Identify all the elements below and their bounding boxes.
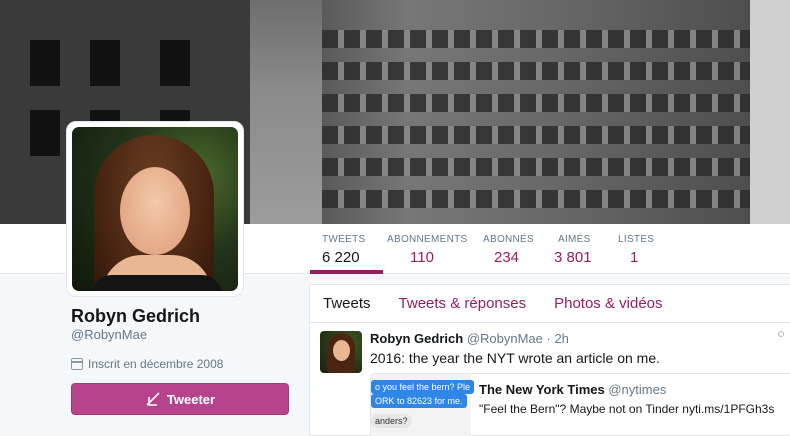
- stat-likes[interactable]: AIMÉS 3 801: [554, 234, 592, 266]
- stat-followers[interactable]: ABONNÉS 234: [483, 234, 534, 266]
- message-bubble: anders?: [371, 414, 412, 428]
- tweet-header: Robyn Gedrich @RobynMae · 2h: [370, 331, 569, 346]
- tweet-button[interactable]: Tweeter: [71, 383, 289, 415]
- quoted-handle[interactable]: @nytimes: [608, 382, 666, 397]
- tab-tweets[interactable]: Tweets: [310, 295, 384, 312]
- stat-value: 3 801: [554, 249, 592, 266]
- profile-name[interactable]: Robyn Gedrich: [71, 306, 200, 327]
- profile-avatar[interactable]: [66, 121, 244, 297]
- tweet-time[interactable]: · 2h: [547, 331, 569, 346]
- stat-lists[interactable]: LISTES 1: [618, 234, 654, 266]
- quoted-text: "Feel the Bern"? Maybe not on Tinder nyt…: [479, 402, 775, 416]
- stat-label: ABONNÉS: [483, 234, 535, 245]
- stat-label: LISTES: [618, 234, 655, 245]
- calendar-icon: [71, 358, 83, 370]
- tab-photos-videos[interactable]: Photos & vidéos: [541, 295, 675, 312]
- tweet-handle[interactable]: @RobynMae: [467, 331, 543, 346]
- stat-value: 6 220: [322, 249, 360, 266]
- quill-icon: [146, 392, 160, 406]
- profile-handle[interactable]: @RobynMae: [71, 327, 147, 342]
- building-center: [322, 0, 750, 224]
- stat-value: 1: [630, 249, 639, 266]
- timeline-tabs: Tweets Tweets & réponses Photos & vidéos: [310, 285, 790, 323]
- stat-tweets[interactable]: TWEETS 6 220: [309, 234, 385, 274]
- tweet-item[interactable]: Robyn Gedrich @RobynMae · 2h 2016: the y…: [310, 323, 790, 436]
- timeline: Tweets Tweets & réponses Photos & vidéos…: [309, 284, 790, 436]
- stat-label: ABONNEMENTS: [387, 234, 468, 245]
- join-date: Inscrit en décembre 2008: [71, 357, 223, 371]
- quoted-tweet-image: o you feel the bern? Ple ORK to 82623 fo…: [371, 374, 475, 436]
- tweet-button-label: Tweeter: [166, 391, 216, 407]
- message-bubble: ORK to 82623 for me.: [371, 394, 467, 408]
- stat-value: 110: [410, 249, 434, 266]
- join-date-text: Inscrit en décembre 2008: [88, 357, 224, 371]
- tab-tweets-replies[interactable]: Tweets & réponses: [386, 295, 540, 312]
- quoted-author[interactable]: The New York Times: [479, 382, 605, 397]
- tweet-menu-icon[interactable]: [778, 331, 784, 337]
- sky: [750, 0, 790, 224]
- quoted-tweet[interactable]: o you feel the bern? Ple ORK to 82623 fo…: [370, 373, 790, 436]
- tweet-text: 2016: the year the NYT wrote an article …: [370, 350, 661, 366]
- stat-label: TWEETS: [322, 234, 366, 245]
- quoted-tweet-header: The New York Times @nytimes: [479, 382, 666, 397]
- stat-following[interactable]: ABONNEMENTS 110: [387, 234, 468, 266]
- tweet-avatar[interactable]: [320, 331, 362, 373]
- stat-label: AIMÉS: [558, 234, 591, 245]
- stat-value: 234: [494, 249, 520, 266]
- tweet-author[interactable]: Robyn Gedrich: [370, 331, 463, 346]
- message-bubble: o you feel the bern? Ple: [371, 380, 475, 394]
